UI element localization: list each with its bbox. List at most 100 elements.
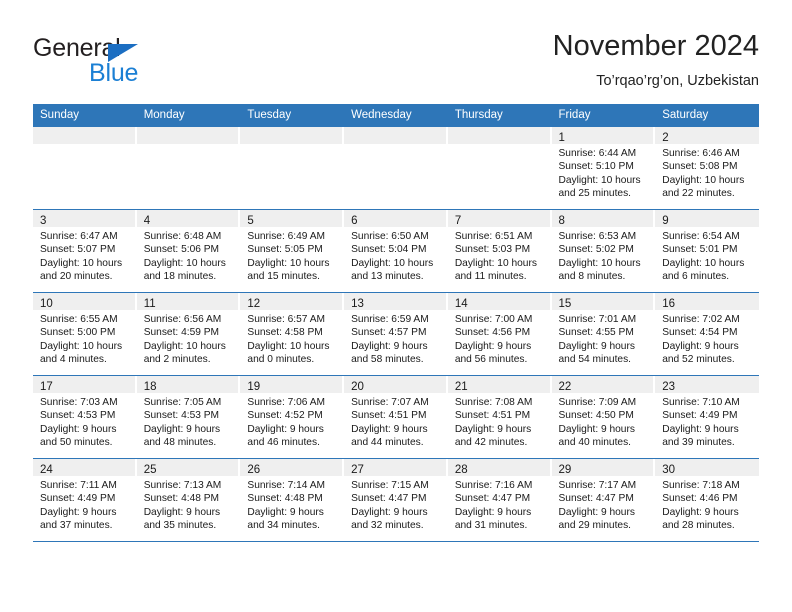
page-header: General Blue November 2024 To’rqao’rg’on… [33, 28, 759, 100]
calendar-day-cell[interactable]: 10 Sunrise: 6:55 AM Sunset: 5:00 PM Dayligh… [33, 292, 137, 376]
sunset-text: Sunset: 5:08 PM [662, 161, 738, 173]
day-cell-details: Sunrise: 6:49 AM Sunset: 5:05 PM Daylight:… [240, 227, 342, 284]
day-number-band: 12 [240, 293, 343, 310]
calendar-day-cell[interactable]: 22 Sunrise: 7:09 AM Sunset: 4:50 PM Dayligh… [551, 375, 656, 459]
calendar-day-cell[interactable]: 28 Sunrise: 7:16 AM Sunset: 4:47 PM Dayligh… [447, 458, 552, 542]
sunset-text: Sunset: 4:53 PM [143, 410, 220, 422]
weekday-header-monday: Monday [136, 104, 241, 127]
sunrise-text: Sunrise: 7:15 AM [351, 480, 429, 491]
calendar-day-cell[interactable]: 27 Sunrise: 7:15 AM Sunset: 4:47 PM Dayligh… [344, 458, 448, 542]
sunrise-text: Sunrise: 6:53 AM [558, 231, 637, 242]
sunrise-text: Sunrise: 7:03 AM [40, 397, 118, 408]
calendar-day-cell[interactable]: 15 Sunrise: 7:01 AM Sunset: 4:55 PM Dayligh… [551, 292, 656, 376]
calendar-day-cell[interactable]: 25 Sunrise: 7:13 AM Sunset: 4:48 PM Dayligh… [136, 458, 241, 542]
calendar-day-cell[interactable]: 20 Sunrise: 7:07 AM Sunset: 4:51 PM Dayligh… [344, 375, 448, 459]
calendar-day-cell[interactable]: 11 Sunrise: 6:56 AM Sunset: 4:59 PM Dayligh… [136, 292, 241, 376]
calendar-day-cell[interactable]: 23 Sunrise: 7:10 AM Sunset: 4:49 PM Dayligh… [655, 375, 759, 459]
day-cell-inner: 21 Sunrise: 7:08 AM Sunset: 4:51 PM Dayligh… [447, 376, 552, 458]
calendar-day-cell-empty [136, 127, 241, 210]
daylight-text-line1: Daylight: 9 hours [40, 423, 117, 435]
daylight-text-line2: and 11 minutes. [454, 271, 527, 283]
sunrise-text: Sunrise: 6:54 AM [662, 231, 740, 242]
day-cell-inner: 7 Sunrise: 6:51 AM Sunset: 5:03 PM Daylight… [447, 210, 552, 292]
day-cell-inner: 1 Sunrise: 6:44 AM Sunset: 5:10 PM Daylight… [551, 127, 656, 209]
sunrise-text: Sunrise: 7:09 AM [558, 397, 637, 408]
general-blue-logo[interactable]: General Blue [33, 34, 233, 90]
daylight-text-line1: Daylight: 9 hours [662, 423, 739, 435]
day-number-band: 7 [447, 210, 550, 227]
calendar-day-cell[interactable]: 9 Sunrise: 6:54 AM Sunset: 5:01 PM Daylight… [655, 209, 759, 293]
sunrise-text: Sunrise: 7:00 AM [454, 314, 533, 325]
day-number-band: 23 [655, 376, 759, 393]
daylight-text-line2: and 13 minutes. [351, 271, 424, 283]
daylight-text-line2: and 48 minutes. [143, 437, 217, 449]
day-cell-details: Sunrise: 6:46 AM Sunset: 5:08 PM Daylight:… [655, 144, 759, 201]
day-number: 7 [454, 215, 462, 227]
calendar-day-cell[interactable]: 19 Sunrise: 7:06 AM Sunset: 4:52 PM Dayligh… [240, 375, 345, 459]
calendar-day-cell[interactable]: 3 Sunrise: 6:47 AM Sunset: 5:07 PM Daylight… [33, 209, 137, 293]
calendar-day-cell[interactable]: 24 Sunrise: 7:11 AM Sunset: 4:49 PM Dayligh… [33, 458, 137, 542]
day-cell-inner: 20 Sunrise: 7:07 AM Sunset: 4:51 PM Dayligh… [344, 376, 448, 458]
day-cell-details: Sunrise: 7:00 AM Sunset: 4:56 PM Daylight:… [448, 310, 550, 367]
sunset-text: Sunset: 5:04 PM [351, 244, 427, 256]
day-number: 8 [558, 215, 565, 227]
day-number: 20 [351, 381, 364, 393]
sunset-text: Sunset: 4:51 PM [351, 410, 427, 422]
sunset-text: Sunset: 4:47 PM [351, 493, 427, 505]
sunset-text: Sunset: 5:05 PM [247, 244, 323, 256]
day-number: 9 [662, 215, 669, 227]
day-number-band [344, 127, 446, 144]
daylight-text-line1: Daylight: 9 hours [558, 423, 635, 435]
day-number-band: 19 [240, 376, 343, 393]
day-number-band: 27 [344, 459, 446, 476]
calendar-day-cell[interactable]: 18 Sunrise: 7:05 AM Sunset: 4:53 PM Dayligh… [136, 375, 241, 459]
calendar-day-cell-empty [447, 127, 552, 210]
daylight-text-line2: and 34 minutes. [247, 520, 320, 532]
day-number-band: 8 [551, 210, 654, 227]
calendar-day-cell[interactable]: 7 Sunrise: 6:51 AM Sunset: 5:03 PM Daylight… [447, 209, 552, 293]
day-cell-details: Sunrise: 7:05 AM Sunset: 4:53 PM Daylight:… [137, 393, 239, 450]
sunset-text: Sunset: 4:47 PM [454, 493, 531, 505]
page-subtitle: To’rqao’rg’on, Uzbekistan [596, 73, 759, 89]
calendar-day-cell[interactable]: 17 Sunrise: 7:03 AM Sunset: 4:53 PM Dayligh… [33, 375, 137, 459]
day-cell-inner: 30 Sunrise: 7:18 AM Sunset: 4:46 PM Dayligh… [655, 459, 759, 541]
calendar-day-cell[interactable]: 1 Sunrise: 6:44 AM Sunset: 5:10 PM Daylight… [551, 127, 656, 210]
daylight-text-line2: and 28 minutes. [662, 520, 735, 532]
day-number-band: 6 [344, 210, 446, 227]
calendar-day-cell[interactable]: 21 Sunrise: 7:08 AM Sunset: 4:51 PM Dayligh… [447, 375, 552, 459]
day-cell-inner: 12 Sunrise: 6:57 AM Sunset: 4:58 PM Dayligh… [240, 293, 345, 375]
sunrise-text: Sunrise: 7:10 AM [662, 397, 740, 408]
calendar-day-cell[interactable]: 12 Sunrise: 6:57 AM Sunset: 4:58 PM Dayligh… [240, 292, 345, 376]
calendar-day-cell[interactable]: 5 Sunrise: 6:49 AM Sunset: 5:05 PM Daylight… [240, 209, 345, 293]
day-number: 21 [454, 381, 468, 393]
day-cell-inner: 5 Sunrise: 6:49 AM Sunset: 5:05 PM Daylight… [240, 210, 345, 292]
calendar-day-cell[interactable]: 13 Sunrise: 6:59 AM Sunset: 4:57 PM Dayligh… [344, 292, 448, 376]
calendar-day-cell[interactable]: 4 Sunrise: 6:48 AM Sunset: 5:06 PM Daylight… [136, 209, 241, 293]
daylight-text-line2: and 35 minutes. [143, 520, 217, 532]
day-number-band: 10 [33, 293, 135, 310]
daylight-text-line2: and 25 minutes. [558, 188, 632, 200]
calendar-day-cell[interactable]: 30 Sunrise: 7:18 AM Sunset: 4:46 PM Dayligh… [655, 458, 759, 542]
sunrise-text: Sunrise: 7:08 AM [454, 397, 533, 408]
calendar-day-cell[interactable]: 2 Sunrise: 6:46 AM Sunset: 5:08 PM Daylight… [655, 127, 759, 210]
daylight-text-line2: and 18 minutes. [143, 271, 217, 283]
day-cell-details: Sunrise: 6:59 AM Sunset: 4:57 PM Daylight:… [344, 310, 446, 367]
day-cell-inner [447, 127, 552, 209]
sunset-text: Sunset: 4:53 PM [40, 410, 116, 422]
calendar-day-cell[interactable]: 26 Sunrise: 7:14 AM Sunset: 4:48 PM Dayligh… [240, 458, 345, 542]
day-number-band [240, 127, 343, 144]
day-cell-inner [240, 127, 345, 209]
day-cell-details: Sunrise: 7:10 AM Sunset: 4:49 PM Daylight:… [655, 393, 759, 450]
sunset-text: Sunset: 5:06 PM [143, 244, 220, 256]
calendar-day-cell[interactable]: 29 Sunrise: 7:17 AM Sunset: 4:47 PM Dayligh… [551, 458, 656, 542]
sunset-text: Sunset: 4:54 PM [662, 327, 738, 339]
calendar-day-cell[interactable]: 6 Sunrise: 6:50 AM Sunset: 5:04 PM Daylight… [344, 209, 448, 293]
calendar-day-cell[interactable]: 8 Sunrise: 6:53 AM Sunset: 5:02 PM Daylight… [551, 209, 656, 293]
day-cell-inner: 3 Sunrise: 6:47 AM Sunset: 5:07 PM Daylight… [33, 210, 137, 292]
day-cell-details: Sunrise: 7:13 AM Sunset: 4:48 PM Daylight:… [137, 476, 239, 533]
calendar-day-cell[interactable]: 16 Sunrise: 7:02 AM Sunset: 4:54 PM Dayligh… [655, 292, 759, 376]
day-number-band: 14 [447, 293, 550, 310]
daylight-text-line2: and 37 minutes. [40, 520, 113, 532]
calendar-day-cell[interactable]: 14 Sunrise: 7:00 AM Sunset: 4:56 PM Dayligh… [447, 292, 552, 376]
day-cell-details: Sunrise: 7:06 AM Sunset: 4:52 PM Daylight:… [240, 393, 342, 450]
